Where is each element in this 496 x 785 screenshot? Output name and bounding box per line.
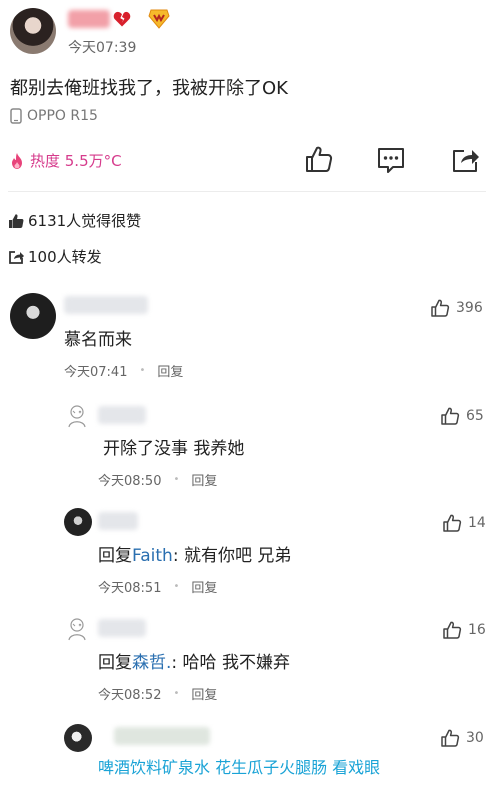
meta-separator: • [173,688,180,699]
reply-prefix: 回复 [98,546,132,566]
reposts-count[interactable]: 100人转发 [8,246,102,267]
reply-avatar[interactable] [64,615,90,641]
comment-avatar[interactable] [10,293,56,339]
comment-text: 慕名而来 [64,330,132,350]
reply-like[interactable]: 16 [442,620,486,640]
broken-heart-icon [113,11,131,27]
meta-separator: • [139,365,146,376]
reply-time: 今天08:52 [98,688,162,703]
caption-overlay-text: 啤酒饮料矿泉水 花生瓜子火腿肠 看戏眼 [98,758,381,777]
reposts-count-text: 100人转发 [28,248,102,266]
reply-like-count: 65 [466,408,484,424]
reply-time: 今天08:51 [98,581,162,596]
share-icon[interactable] [450,145,480,175]
post-author-avatar[interactable] [10,8,56,54]
comment-time: 今天07:41 [64,365,128,380]
comment-like[interactable]: 396 [430,298,483,318]
device-name: OPPO R15 [27,108,98,124]
reply-time: 今天08:50 [98,474,162,489]
reply-body: : 哈哈 我不嫌弃 [171,653,290,673]
reply-like-count: 16 [468,622,486,638]
reply-link[interactable]: 回复 [191,577,217,596]
flame-icon [12,152,22,169]
post-body-text: 都别去俺班找我了，我被开除了OK [10,78,288,99]
heat-value: 热度 5.5万°C [30,152,122,170]
reply-author-blurred[interactable] [98,512,138,530]
thumbs-up-outline-icon [443,621,462,639]
phone-icon [10,108,22,124]
post-timestamp: 今天07:39 [68,40,137,56]
thumbs-up-icon [9,213,24,228]
reply-link[interactable]: 回复 [157,361,183,380]
reply-meta: 今天08:51 • 回复 [98,577,217,596]
reply-author-blurred[interactable] [114,727,210,745]
like-icon[interactable] [304,144,334,174]
reply-author-blurred[interactable] [98,619,146,637]
reply-author-blurred[interactable] [98,406,146,424]
post-author-name-blurred[interactable] [68,10,110,28]
reply-meta: 今天08:50 • 回复 [98,470,217,489]
meta-separator: • [173,581,180,592]
likes-count-text: 6131人觉得很赞 [28,212,142,230]
likes-count[interactable]: 6131人觉得很赞 [8,210,141,231]
reply-prefix: 回复 [98,653,132,673]
meta-separator: • [173,474,180,485]
comment-meta: 今天07:41 • 回复 [64,361,183,380]
mention-link[interactable]: Faith [132,546,173,566]
reply-link[interactable]: 回复 [191,470,217,489]
mention-link[interactable]: 森哲. [132,653,171,673]
thumbs-up-outline-icon [443,514,462,532]
reply-like[interactable]: 30 [440,728,484,748]
reply-like[interactable]: 65 [440,406,484,426]
post-device: OPPO R15 [10,108,98,124]
reply-avatar[interactable] [64,508,92,536]
reply-text: 回复森哲.: 哈哈 我不嫌弃 [98,648,290,673]
level-badge-icon [148,9,170,29]
post-heat: 热度 5.5万°C [8,150,122,171]
divider [8,191,486,192]
reply-like-count: 14 [468,515,486,531]
reply-like[interactable]: 14 [442,513,486,533]
repost-icon [9,250,24,264]
reply-like-count: 30 [466,730,484,746]
comment-like-count: 396 [456,300,483,316]
reply-text: 开除了没事 我养她 [103,439,245,459]
thumbs-up-outline-icon [431,299,450,317]
thumbs-up-outline-icon [441,407,460,425]
thumbs-up-outline-icon [441,729,460,747]
reply-text: 回复Faith: 就有你吧 兄弟 [98,541,291,566]
reply-link[interactable]: 回复 [191,684,217,703]
comment-author-blurred[interactable] [64,296,148,314]
reply-body: : 就有你吧 兄弟 [172,546,292,566]
reply-avatar[interactable] [64,724,92,752]
reply-meta: 今天08:52 • 回复 [98,684,217,703]
comment-icon[interactable] [376,145,406,175]
reply-avatar[interactable] [64,402,90,428]
